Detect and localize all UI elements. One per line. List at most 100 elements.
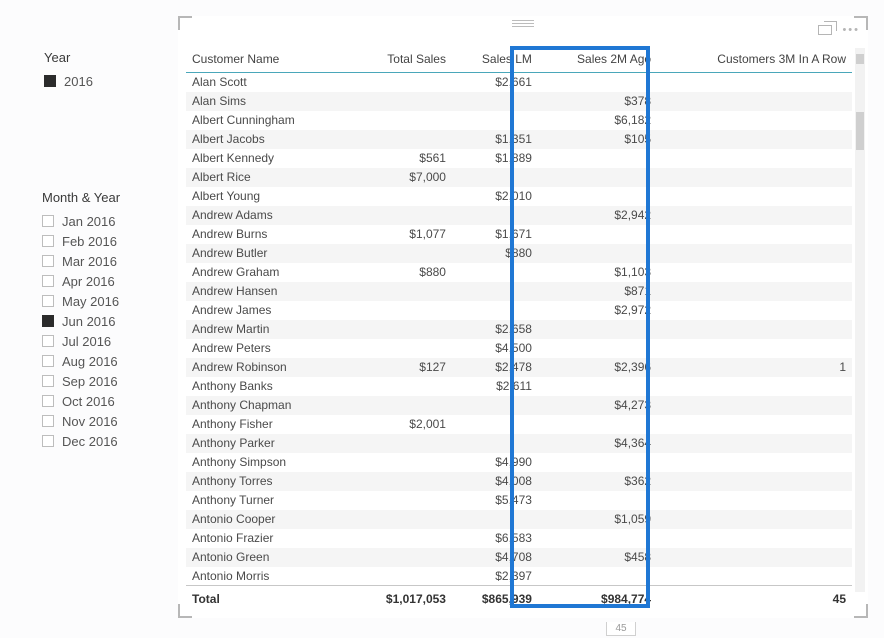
table-row[interactable]: Albert Jacobs$1,351$105 [186, 130, 852, 149]
table-row[interactable]: Antonio Frazier$6,583 [186, 529, 852, 548]
col-customers-3m[interactable]: Customers 3M In A Row [657, 48, 852, 73]
table-row[interactable]: Albert Young$2,010 [186, 187, 852, 206]
table-row[interactable]: Andrew Graham$880$1,103 [186, 263, 852, 282]
table-row[interactable]: Antonio Morris$2,397 [186, 567, 852, 586]
table-row[interactable]: Andrew Martin$2,658 [186, 320, 852, 339]
slicer-year[interactable]: Year 2016 [44, 50, 164, 91]
drag-handle-icon[interactable] [512, 20, 534, 27]
cell-m2: $378 [538, 92, 657, 111]
col-total-sales[interactable]: Total Sales [352, 48, 452, 73]
checkbox-icon[interactable] [42, 235, 54, 247]
table-row[interactable]: Alan Sims $378 [186, 92, 852, 111]
total-label: Total [186, 586, 352, 611]
table-row[interactable]: Andrew Hansen$871 [186, 282, 852, 301]
cell-total: $1,077 [352, 225, 452, 244]
checkbox-icon[interactable] [42, 415, 54, 427]
corner-handle[interactable] [854, 604, 868, 618]
month-item[interactable]: Oct 2016 [42, 391, 172, 411]
month-item[interactable]: Feb 2016 [42, 231, 172, 251]
checkbox-icon[interactable] [42, 295, 54, 307]
checkbox-icon[interactable] [42, 315, 54, 327]
slicer-item-label: Nov 2016 [62, 414, 118, 429]
table-visual[interactable]: ••• Customer Name Total Sales Sales LM S… [178, 16, 868, 618]
checkbox-icon[interactable] [44, 75, 56, 87]
cell-lm: $6,583 [452, 529, 538, 548]
table-row[interactable]: Anthony Chapman$4,273 [186, 396, 852, 415]
col-sales-lm[interactable]: Sales LM [452, 48, 538, 73]
cell-c3 [657, 529, 852, 548]
cell-name: Andrew Adams [186, 206, 352, 225]
table-row[interactable]: Andrew Butler$880 [186, 244, 852, 263]
table-row[interactable]: Albert Cunningham$6,182 [186, 111, 852, 130]
col-sales-2m[interactable]: Sales 2M Ago [538, 48, 657, 73]
slicer-item-label: May 2016 [62, 294, 119, 309]
cell-lm: $880 [452, 244, 538, 263]
table-row[interactable]: Andrew Adams$2,942 [186, 206, 852, 225]
table-row[interactable]: Alan Scott$2,661 [186, 73, 852, 92]
month-item[interactable]: Jun 2016 [42, 311, 172, 331]
checkbox-icon[interactable] [42, 275, 54, 287]
table-row[interactable]: Andrew Burns$1,077$1,671 [186, 225, 852, 244]
month-item[interactable]: May 2016 [42, 291, 172, 311]
table-row[interactable]: Andrew Robinson$127$2,478$2,3961 [186, 358, 852, 377]
month-item[interactable]: Aug 2016 [42, 351, 172, 371]
slicer-month[interactable]: Month & Year Jan 2016Feb 2016Mar 2016Apr… [42, 190, 172, 451]
year-item[interactable]: 2016 [44, 71, 164, 91]
cell-name: Alan Sims [186, 92, 352, 111]
corner-handle[interactable] [178, 16, 192, 30]
table-row[interactable]: Anthony Parker$4,364 [186, 434, 852, 453]
cell-total [352, 339, 452, 358]
checkbox-icon[interactable] [42, 375, 54, 387]
scrollbar-vertical[interactable] [855, 48, 865, 592]
cell-lm: $4,008 [452, 472, 538, 491]
cell-lm [452, 168, 538, 187]
checkbox-icon[interactable] [42, 255, 54, 267]
scroll-arrow-up-icon[interactable] [856, 54, 864, 64]
table-row[interactable]: Antonio Green$4,708$458 [186, 548, 852, 567]
table-header-row[interactable]: Customer Name Total Sales Sales LM Sales… [186, 48, 852, 73]
checkbox-icon[interactable] [42, 355, 54, 367]
cell-name: Andrew Peters [186, 339, 352, 358]
month-item[interactable]: Apr 2016 [42, 271, 172, 291]
cell-total [352, 282, 452, 301]
cell-total [352, 548, 452, 567]
month-item[interactable]: Nov 2016 [42, 411, 172, 431]
table-row[interactable]: Anthony Turner$5,473 [186, 491, 852, 510]
cell-name: Albert Rice [186, 168, 352, 187]
cell-c3 [657, 491, 852, 510]
cell-c3 [657, 320, 852, 339]
table-row[interactable]: Andrew James$2,972 [186, 301, 852, 320]
more-options-icon[interactable]: ••• [842, 24, 860, 36]
table-row[interactable]: Albert Rice$7,000 [186, 168, 852, 187]
checkbox-icon[interactable] [42, 335, 54, 347]
slicer-item-label: 2016 [64, 74, 93, 89]
cell-c3 [657, 472, 852, 491]
table-row[interactable]: Anthony Banks$2,611 [186, 377, 852, 396]
cell-lm: $1,889 [452, 149, 538, 168]
table-row[interactable]: Anthony Torres$4,008$362 [186, 472, 852, 491]
table-row[interactable]: Anthony Fisher$2,001 [186, 415, 852, 434]
col-customer-name[interactable]: Customer Name [186, 48, 352, 73]
cell-name: Andrew Hansen [186, 282, 352, 301]
checkbox-icon[interactable] [42, 215, 54, 227]
month-item[interactable]: Dec 2016 [42, 431, 172, 451]
slicer-item-label: Mar 2016 [62, 254, 117, 269]
cell-lm: $4,500 [452, 339, 538, 358]
checkbox-icon[interactable] [42, 435, 54, 447]
month-item[interactable]: Sep 2016 [42, 371, 172, 391]
cell-lm [452, 206, 538, 225]
month-item[interactable]: Mar 2016 [42, 251, 172, 271]
slicer-item-label: Jun 2016 [62, 314, 116, 329]
cell-total [352, 567, 452, 586]
focus-mode-icon[interactable] [818, 25, 832, 35]
table-row[interactable]: Antonio Cooper$1,059 [186, 510, 852, 529]
cell-c3 [657, 396, 852, 415]
table-total-row: Total $1,017,053 $865,939 $984,774 45 [186, 586, 852, 611]
scroll-thumb[interactable] [856, 112, 864, 150]
checkbox-icon[interactable] [42, 395, 54, 407]
month-item[interactable]: Jan 2016 [42, 211, 172, 231]
table-row[interactable]: Anthony Simpson$4,990 [186, 453, 852, 472]
table-row[interactable]: Albert Kennedy$561$1,889 [186, 149, 852, 168]
table-row[interactable]: Andrew Peters $4,500 [186, 339, 852, 358]
month-item[interactable]: Jul 2016 [42, 331, 172, 351]
